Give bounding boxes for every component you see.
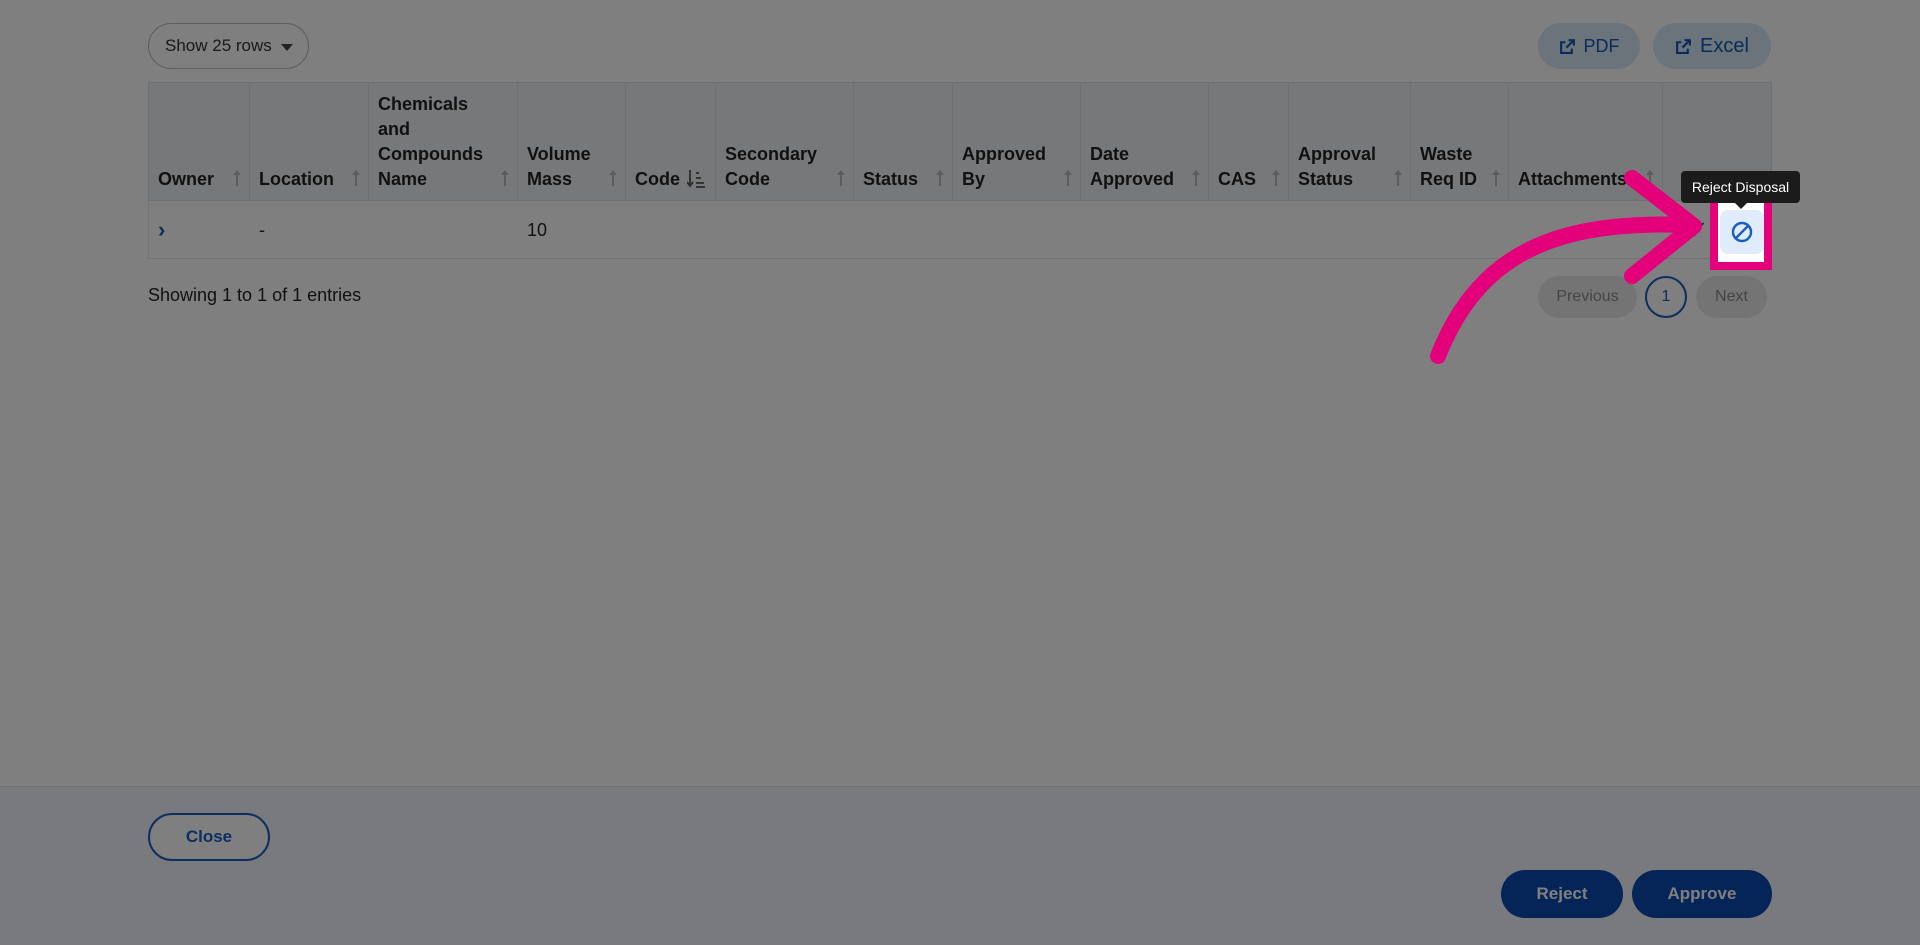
export-excel-button[interactable]: Excel — [1653, 23, 1771, 69]
table-row: › - 10 ✓ — [148, 201, 1772, 259]
approved-by-cell — [953, 201, 1081, 259]
owner-cell: › — [149, 201, 250, 259]
column-header-code[interactable]: Code — [626, 83, 716, 202]
close-button[interactable]: Close — [148, 813, 270, 861]
column-header-secondary-code[interactable]: Secondary Code — [716, 83, 854, 202]
export-excel-label: Excel — [1700, 34, 1749, 57]
column-header-label: Owner — [158, 169, 215, 189]
column-header-label: Approved By — [962, 144, 1047, 189]
sort-arrows-icon — [936, 170, 944, 188]
sort-arrows-icon — [1646, 170, 1654, 188]
table-header: Owner Location Chemicals and Compounds N… — [148, 82, 1772, 202]
column-header-location[interactable]: Location — [250, 83, 369, 202]
volume-mass-cell: 10 — [527, 219, 548, 240]
sort-arrows-icon — [1272, 170, 1280, 188]
sort-arrows-icon — [1394, 170, 1402, 188]
column-header-label: Code — [635, 169, 680, 189]
sort-descending-icon — [687, 170, 705, 188]
column-header-label: Volume Mass — [527, 144, 591, 189]
reject-disposal-button[interactable] — [1720, 210, 1764, 254]
entries-info: Showing 1 to 1 of 1 entries — [148, 285, 362, 305]
ban-icon — [1731, 221, 1753, 243]
code-cell — [626, 201, 716, 259]
tooltip: Reject Disposal — [1681, 171, 1800, 209]
column-header-label: Location — [259, 169, 334, 189]
column-header-chemicals[interactable]: Chemicals and Compounds Name — [369, 83, 518, 202]
location-cell: - — [259, 219, 265, 240]
modal-footer — [0, 786, 1920, 945]
column-header-volume-mass[interactable]: Volume Mass — [518, 83, 626, 202]
secondary-code-cell — [716, 201, 854, 259]
pagination-next[interactable]: Next — [1696, 276, 1767, 318]
pagination-page-1[interactable]: 1 — [1645, 276, 1687, 318]
disposal-table: Owner Location Chemicals and Compounds N… — [148, 82, 1772, 259]
chemicals-cell — [369, 201, 518, 259]
rows-per-page-label: Show 25 rows — [165, 36, 272, 55]
sort-arrows-icon — [837, 170, 845, 188]
export-pdf-button[interactable]: PDF — [1538, 23, 1640, 69]
external-link-icon — [1559, 38, 1575, 54]
sort-arrows-icon — [1492, 170, 1500, 188]
sort-arrows-icon — [352, 170, 360, 188]
sort-arrows-icon — [501, 170, 509, 188]
sort-arrows-icon — [1064, 170, 1072, 188]
column-header-label: Attachments — [1518, 169, 1628, 189]
column-header-label: Waste Req ID — [1420, 144, 1478, 189]
reject-button[interactable]: Reject — [1501, 870, 1623, 918]
external-link-icon — [1676, 38, 1691, 54]
column-header-approval-status[interactable]: Approval Status — [1289, 83, 1411, 202]
rows-per-page-select[interactable]: Show 25 rows — [148, 23, 309, 69]
column-header-label: Secondary Code — [725, 144, 818, 189]
column-header-approved-by[interactable]: Approved By — [953, 83, 1081, 202]
column-header-label: CAS — [1218, 169, 1257, 189]
column-header-attachments[interactable]: Attachments — [1509, 83, 1663, 202]
chevron-right-icon[interactable]: › — [158, 217, 165, 243]
sort-arrows-icon — [609, 170, 617, 188]
sort-arrows-icon — [1192, 170, 1200, 188]
column-header-owner[interactable]: Owner — [149, 83, 250, 202]
column-header-label: Approval Status — [1298, 144, 1377, 189]
status-cell — [854, 201, 953, 259]
approval-status-cell — [1289, 201, 1411, 259]
column-header-label: Status — [863, 169, 919, 189]
attachments-cell — [1509, 201, 1663, 259]
column-header-waste-req-id[interactable]: Waste Req ID — [1411, 83, 1509, 202]
caret-down-icon — [281, 44, 293, 51]
column-header-label: Date Approved — [1090, 144, 1175, 189]
waste-req-id-cell — [1411, 201, 1509, 259]
pagination-previous[interactable]: Previous — [1538, 276, 1637, 318]
page: Show 25 rows PDF Excel Owner Location Ch… — [0, 0, 1920, 945]
column-header-status[interactable]: Status — [854, 83, 953, 202]
column-header-label: Chemicals and Compounds Name — [378, 94, 483, 189]
approve-button[interactable]: Approve — [1632, 870, 1772, 918]
column-header-cas[interactable]: CAS — [1209, 83, 1289, 202]
cas-cell — [1209, 201, 1289, 259]
column-header-date-approved[interactable]: Date Approved — [1081, 83, 1209, 202]
sort-arrows-icon — [233, 170, 241, 188]
export-pdf-label: PDF — [1583, 35, 1620, 56]
date-approved-cell — [1081, 201, 1209, 259]
